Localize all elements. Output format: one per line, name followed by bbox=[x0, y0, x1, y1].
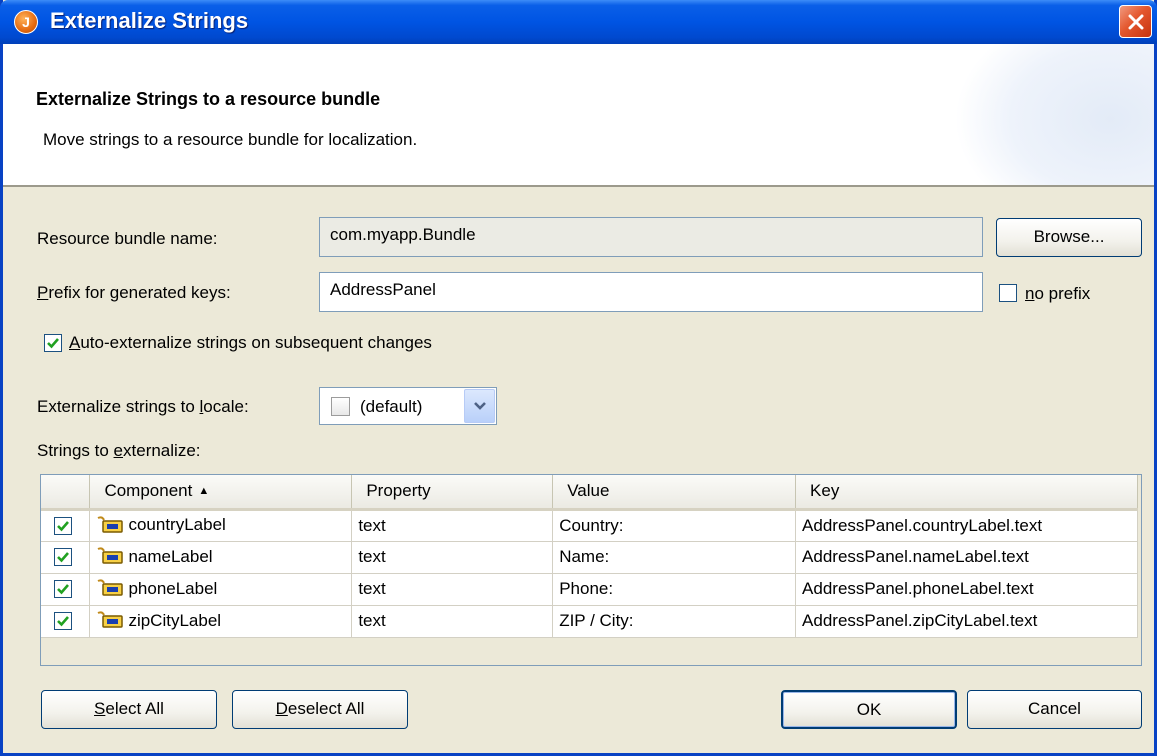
close-button[interactable] bbox=[1119, 5, 1152, 38]
component-cell[interactable]: countryLabel bbox=[89, 509, 353, 542]
no-prefix-checkbox[interactable] bbox=[999, 284, 1017, 302]
banner-title: Externalize Strings to a resource bundle bbox=[36, 89, 381, 109]
strings-table[interactable]: Component ▲ Property Value Key countryLab… bbox=[40, 474, 1142, 666]
chevron-down-icon bbox=[474, 402, 486, 410]
component-cell[interactable]: nameLabel bbox=[89, 541, 353, 574]
value-cell[interactable]: Country: bbox=[552, 509, 797, 542]
row-checkbox-cell[interactable] bbox=[41, 573, 91, 606]
checkmark-icon bbox=[57, 615, 69, 626]
key-cell[interactable]: AddressPanel.nameLabel.text bbox=[795, 541, 1138, 574]
checkmark-icon bbox=[57, 583, 69, 594]
no-prefix-label[interactable]: no prefix bbox=[1025, 284, 1090, 304]
locale-label: Externalize strings to locale: bbox=[37, 397, 249, 416]
row-checkbox-cell[interactable] bbox=[41, 605, 91, 638]
row-checkbox[interactable] bbox=[54, 516, 72, 535]
cancel-button-label: Cancel bbox=[1028, 699, 1081, 718]
browse-button-label: Browse... bbox=[1033, 227, 1105, 246]
prefix-input[interactable]: AddressPanel bbox=[319, 272, 983, 312]
window-title: Externalize Strings bbox=[50, 8, 249, 33]
component-name: countryLabel bbox=[128, 515, 226, 535]
property-cell[interactable]: text bbox=[351, 541, 554, 574]
deselect-all-button[interactable]: Deselect All bbox=[232, 690, 408, 729]
sort-ascending-icon: ▲ bbox=[198, 485, 210, 498]
property-cell[interactable]: text bbox=[351, 509, 554, 542]
component-cell[interactable]: zipCityLabel bbox=[89, 605, 353, 638]
banner-decoration bbox=[954, 44, 1154, 185]
label-component-icon bbox=[98, 579, 124, 596]
value-cell[interactable]: Phone: bbox=[552, 573, 797, 606]
dialog-window: J Externalize Strings Externalize String… bbox=[0, 0, 1157, 756]
bundle-name-label: Resource bundle name: bbox=[37, 229, 218, 248]
cancel-button[interactable]: Cancel bbox=[967, 690, 1142, 729]
row-checkbox[interactable] bbox=[54, 547, 72, 566]
locale-value: (default) bbox=[360, 397, 423, 416]
value-cell[interactable]: ZIP / City: bbox=[552, 605, 797, 638]
prefix-label: Prefix for generated keys: bbox=[37, 283, 231, 302]
component-name: zipCityLabel bbox=[128, 610, 222, 630]
ok-button-label: OK bbox=[856, 700, 882, 719]
table-row[interactable]: nameLabel text Name: AddressPanel.nameLa… bbox=[41, 541, 1138, 574]
value-cell[interactable]: Name: bbox=[552, 541, 797, 574]
table-row[interactable]: zipCityLabel text ZIP / City: AddressPan… bbox=[41, 605, 1138, 638]
header-value[interactable]: Value bbox=[552, 475, 797, 511]
row-checkbox-cell[interactable] bbox=[41, 509, 91, 542]
key-cell[interactable]: AddressPanel.phoneLabel.text bbox=[795, 573, 1138, 606]
property-cell[interactable]: text bbox=[351, 605, 554, 638]
auto-externalize-label[interactable]: Auto-externalize strings on subsequent c… bbox=[69, 333, 432, 353]
auto-externalize-checkbox[interactable] bbox=[44, 334, 62, 352]
checkmark-icon bbox=[57, 520, 69, 531]
row-checkbox[interactable] bbox=[54, 579, 72, 598]
label-component-icon bbox=[98, 547, 124, 564]
checkmark-icon bbox=[57, 551, 69, 562]
component-name: phoneLabel bbox=[128, 578, 218, 598]
label-component-icon bbox=[98, 516, 124, 533]
ok-button[interactable]: OK bbox=[781, 690, 957, 729]
header-component[interactable]: Component ▲ bbox=[89, 475, 353, 511]
header-component-label: Component bbox=[104, 481, 193, 501]
browse-button[interactable]: Browse... bbox=[996, 218, 1142, 257]
select-all-button[interactable]: Select All bbox=[41, 690, 217, 729]
title-bar[interactable]: J Externalize Strings bbox=[0, 0, 1157, 44]
key-cell[interactable]: AddressPanel.zipCityLabel.text bbox=[795, 605, 1138, 638]
locale-flag-icon bbox=[331, 397, 350, 416]
locale-combobox[interactable]: (default) bbox=[319, 387, 497, 425]
component-cell[interactable]: phoneLabel bbox=[89, 573, 353, 606]
close-icon bbox=[1128, 14, 1144, 30]
checkmark-icon bbox=[47, 338, 59, 349]
strings-to-externalize-label: Strings to externalize: bbox=[37, 441, 201, 460]
locale-dropdown-button[interactable] bbox=[464, 389, 495, 423]
property-cell[interactable]: text bbox=[351, 573, 554, 606]
component-name: nameLabel bbox=[128, 546, 213, 566]
header-banner: Externalize Strings to a resource bundle… bbox=[3, 44, 1154, 187]
row-checkbox[interactable] bbox=[54, 611, 72, 630]
label-component-icon bbox=[98, 611, 124, 628]
bundle-name-field[interactable]: com.myapp.Bundle bbox=[319, 217, 983, 257]
table-row[interactable]: phoneLabel text Phone: AddressPanel.phon… bbox=[41, 573, 1138, 606]
java-app-icon: J bbox=[14, 10, 38, 34]
prefix-label-rest: refix for generated keys: bbox=[48, 283, 231, 302]
banner-description: Move strings to a resource bundle for lo… bbox=[43, 130, 418, 149]
key-cell[interactable]: AddressPanel.countryLabel.text bbox=[795, 509, 1138, 542]
header-checkbox-column[interactable] bbox=[41, 475, 91, 511]
header-property[interactable]: Property bbox=[351, 475, 554, 511]
row-checkbox-cell[interactable] bbox=[41, 541, 91, 574]
table-row[interactable]: countryLabel text Country: AddressPanel.… bbox=[41, 509, 1138, 542]
header-key[interactable]: Key bbox=[795, 475, 1138, 511]
table-header-row: Component ▲ Property Value Key bbox=[41, 475, 1138, 511]
